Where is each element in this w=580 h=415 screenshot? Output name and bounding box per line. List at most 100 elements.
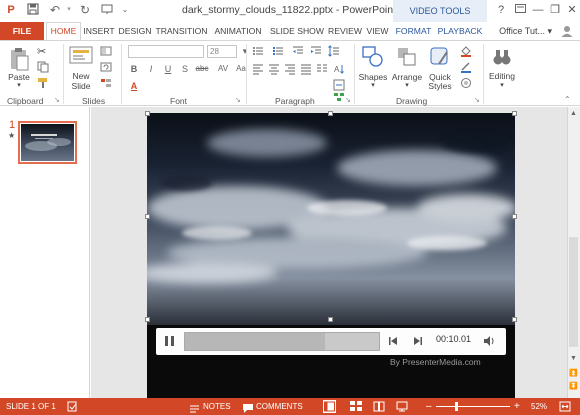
columns-icon[interactable]: [316, 63, 328, 75]
editing-group-label[interactable]: Editing: [484, 71, 520, 81]
tab-animation[interactable]: ANIMATION: [210, 22, 266, 40]
zoom-in-button[interactable]: +: [514, 398, 520, 415]
increase-indent-icon[interactable]: [310, 45, 322, 57]
slide-layout-icon[interactable]: [100, 45, 112, 57]
arrange-dropdown-icon[interactable]: ▾: [402, 81, 412, 89]
resize-handle[interactable]: [145, 111, 150, 116]
paste-icon[interactable]: [9, 47, 29, 71]
resize-handle[interactable]: [145, 317, 150, 322]
tab-slide-show[interactable]: SLIDE SHOW: [268, 22, 326, 40]
reading-view-icon[interactable]: [373, 401, 385, 415]
resize-handle[interactable]: [328, 317, 333, 322]
format-painter-icon[interactable]: [37, 77, 49, 89]
numbering-icon[interactable]: [272, 45, 284, 57]
zoom-level[interactable]: 52%: [531, 398, 547, 415]
line-spacing-icon[interactable]: [328, 45, 340, 57]
scrollbar-thumb[interactable]: [569, 237, 578, 347]
tab-file[interactable]: FILE: [0, 22, 44, 40]
tab-view[interactable]: VIEW: [364, 22, 391, 40]
decrease-indent-icon[interactable]: [292, 45, 304, 57]
align-right-icon[interactable]: [284, 63, 296, 75]
section-icon[interactable]: [100, 77, 112, 89]
help-button[interactable]: ?: [493, 2, 509, 18]
font-size-field[interactable]: 28: [207, 45, 237, 58]
resize-handle[interactable]: [512, 214, 517, 219]
vertical-scrollbar[interactable]: ▲ ▼ ⏫ ⏬: [567, 107, 580, 398]
resize-handle[interactable]: [512, 317, 517, 322]
save-icon[interactable]: [26, 3, 40, 17]
spell-check-icon[interactable]: [67, 401, 78, 415]
redo-icon[interactable]: ↻: [78, 3, 92, 17]
editing-dropdown-icon[interactable]: ▾: [497, 81, 507, 89]
paste-dropdown-icon[interactable]: ▾: [14, 81, 24, 89]
presentation-icon[interactable]: [100, 3, 114, 17]
zoom-slider-track[interactable]: [436, 406, 510, 407]
justify-icon[interactable]: [300, 63, 312, 75]
resize-handle[interactable]: [145, 214, 150, 219]
scroll-down-icon[interactable]: ▼: [570, 355, 577, 362]
resize-handle[interactable]: [512, 111, 517, 116]
ribbon-display-options-icon[interactable]: [512, 2, 528, 18]
shape-effects-icon[interactable]: [460, 77, 472, 89]
account-menu[interactable]: Office Tut... ▾: [499, 22, 552, 40]
character-spacing-button[interactable]: AV: [215, 63, 231, 75]
zoom-out-button[interactable]: –: [426, 398, 432, 415]
tab-playback[interactable]: PLAYBACK: [435, 22, 485, 40]
font-name-field[interactable]: [128, 45, 204, 58]
tab-home[interactable]: HOME: [46, 22, 81, 41]
strikethrough-button[interactable]: abc: [193, 63, 211, 75]
tab-review[interactable]: REVIEW: [327, 22, 363, 40]
align-center-icon[interactable]: [268, 63, 280, 75]
zoom-slider-thumb[interactable]: [455, 402, 458, 411]
find-binoculars-icon[interactable]: [491, 46, 513, 68]
video-frame[interactable]: [147, 113, 515, 398]
skip-forward-icon[interactable]: [412, 335, 424, 347]
text-direction-icon[interactable]: A: [333, 63, 345, 75]
bullets-icon[interactable]: [252, 45, 264, 57]
shadow-button[interactable]: S: [179, 63, 191, 75]
smartart-icon[interactable]: [333, 92, 345, 104]
normal-view-button[interactable]: [323, 400, 336, 413]
collapse-ribbon-icon[interactable]: ⌃: [564, 95, 576, 107]
tab-insert[interactable]: INSERT: [82, 22, 116, 40]
align-left-icon[interactable]: [252, 63, 264, 75]
slide-canvas[interactable]: 00:10.01 By PresenterMedia.com: [147, 113, 515, 398]
reset-slide-icon[interactable]: [100, 61, 112, 73]
underline-button[interactable]: U: [162, 63, 174, 75]
slide-sorter-view-icon[interactable]: [350, 401, 362, 415]
font-size-dropdown-icon[interactable]: ▾: [239, 45, 251, 57]
comments-icon[interactable]: [243, 402, 253, 415]
slide-thumbnail[interactable]: [18, 121, 77, 164]
previous-slide-icon[interactable]: ⏫: [569, 369, 578, 377]
account-avatar-icon[interactable]: [560, 24, 574, 38]
next-slide-icon[interactable]: ⏬: [569, 382, 578, 390]
new-slide-label-2[interactable]: Slide: [67, 81, 95, 91]
arrange-icon[interactable]: [396, 46, 418, 68]
shapes-dropdown-icon[interactable]: ▾: [368, 81, 378, 89]
italic-button[interactable]: I: [145, 63, 157, 75]
copy-icon[interactable]: [37, 61, 49, 73]
comments-button[interactable]: COMMENTS: [256, 398, 303, 415]
quick-styles-label-2[interactable]: Styles: [422, 81, 458, 91]
scroll-up-icon[interactable]: ▲: [570, 110, 577, 117]
close-button[interactable]: ✕: [564, 2, 580, 18]
skip-back-icon[interactable]: [387, 335, 399, 347]
quick-styles-icon[interactable]: [429, 46, 451, 68]
video-progress-track[interactable]: [184, 332, 380, 351]
shapes-icon[interactable]: [362, 46, 384, 68]
cut-icon[interactable]: ✂: [37, 45, 49, 58]
shape-outline-icon[interactable]: [460, 61, 472, 73]
notes-button[interactable]: NOTES: [203, 398, 231, 415]
bold-button[interactable]: B: [128, 63, 140, 75]
undo-icon[interactable]: ↶: [48, 3, 62, 17]
minimize-button[interactable]: —: [530, 2, 546, 18]
volume-icon[interactable]: [482, 334, 496, 348]
fit-slide-icon[interactable]: [559, 401, 571, 415]
restore-button[interactable]: ❐: [547, 2, 563, 18]
tab-design[interactable]: DESIGN: [117, 22, 153, 40]
undo-dropdown-icon[interactable]: ▾: [62, 3, 76, 17]
customize-toolbar-icon[interactable]: ⌄: [118, 3, 132, 17]
slide-show-view-icon[interactable]: [396, 401, 408, 415]
tab-transition[interactable]: TRANSITION: [154, 22, 209, 40]
new-slide-label-1[interactable]: New: [67, 71, 95, 81]
